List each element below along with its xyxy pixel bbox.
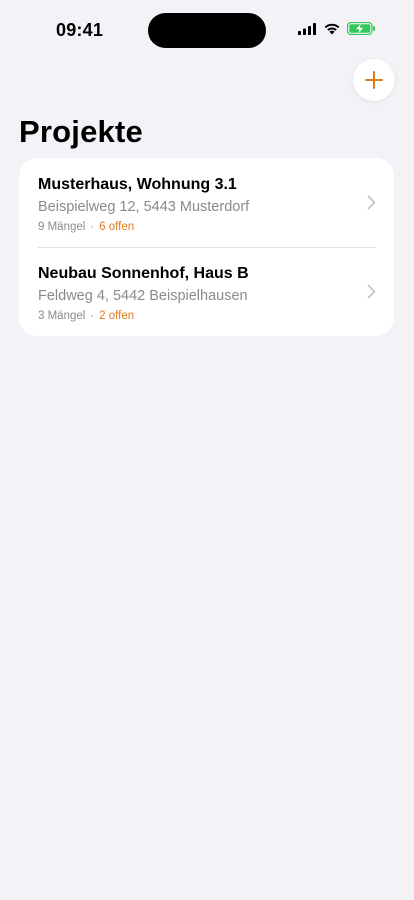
project-row-musterhaus[interactable]: Musterhaus, Wohnung 3.1 Beispielweg 12, … (19, 158, 394, 247)
defect-count: 9 Mängel (38, 221, 86, 233)
status-time: 09:41 (56, 20, 104, 40)
battery-charging-icon (347, 22, 375, 35)
open-count: 2 offen (99, 310, 135, 322)
dynamic-island (148, 13, 266, 48)
project-address: Beispielweg 12, 5443 Musterdorf (38, 199, 250, 215)
project-row-sonnenhof[interactable]: Neubau Sonnenhof, Haus B Feldweg 4, 5442… (19, 247, 394, 336)
cellular-signal-icon (298, 22, 316, 35)
project-address: Feldweg 4, 5442 Beispielhausen (38, 288, 248, 304)
chevron-right-icon (367, 195, 376, 210)
chevron-right-icon (367, 284, 376, 299)
defect-count: 3 Mängel (38, 310, 86, 322)
wifi-icon (324, 23, 340, 35)
plus-icon (365, 71, 383, 89)
project-meta: 3 Mängel · 2 offen (38, 309, 394, 324)
project-meta: 9 Mängel · 6 offen (38, 220, 394, 235)
status-bar: 09:41 (0, 0, 414, 60)
meta-separator: · (90, 221, 95, 233)
project-list: Musterhaus, Wohnung 3.1 Beispielweg 12, … (19, 158, 394, 336)
page-title: Projekte (19, 114, 143, 149)
add-project-button[interactable] (353, 59, 395, 101)
project-name: Musterhaus, Wohnung 3.1 (38, 176, 237, 193)
status-icons (298, 22, 376, 35)
open-count: 6 offen (99, 221, 135, 233)
project-name: Neubau Sonnenhof, Haus B (38, 265, 249, 282)
meta-separator: · (90, 310, 95, 322)
